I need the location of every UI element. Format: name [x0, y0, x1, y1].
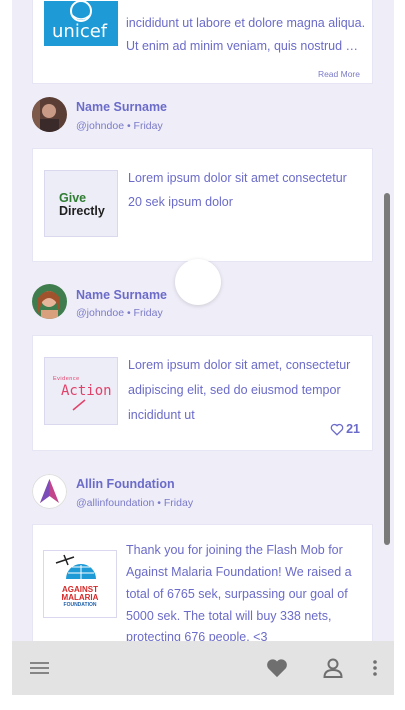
like-button[interactable]: 21 [330, 422, 360, 436]
avatar[interactable] [32, 97, 67, 132]
floating-action-button[interactable] [175, 259, 221, 305]
heart-outline-icon [330, 423, 344, 436]
user-icon [323, 658, 343, 678]
avatar[interactable] [32, 474, 67, 509]
favorites-button[interactable] [265, 641, 289, 695]
avatar[interactable] [32, 284, 67, 319]
post-text-line: incididunt ut labore et dolore magna ali… [126, 16, 366, 30]
post-meta: @allinfoundation • Friday [76, 497, 194, 509]
post-text-line: Thank you for joining the Flash Mob for [126, 543, 343, 557]
against-malaria-logo: AGAINST MALARIA FOUNDATION [43, 550, 117, 618]
post-text-line: Against Malaria Foundation! We raised a [126, 565, 352, 579]
evidence-action-logo: Evidence Action [44, 357, 118, 425]
app-screen: unicef incididunt ut labore et dolore ma… [12, 0, 394, 695]
post-meta: @johndoe • Friday [76, 120, 163, 132]
post-author-name[interactable]: Allin Foundation [76, 477, 175, 491]
menu-icon [29, 662, 49, 674]
post-author-name[interactable]: Name Surname [76, 100, 167, 114]
post-card-unicef[interactable]: unicef incididunt ut labore et dolore ma… [32, 0, 373, 84]
post-text-line: Ut enim ad minim veniam, quis nostrud … [126, 39, 359, 53]
menu-button[interactable] [28, 641, 50, 695]
bottom-navigation-bar [12, 641, 394, 695]
post-text-line: adipiscing elit, sed do eiusmod tempor [128, 383, 341, 397]
givedirectly-logo-line2: Directly [59, 204, 105, 218]
more-vertical-icon [373, 660, 377, 676]
post-text-line: Lorem ipsum dolor sit amet, consectetur [128, 358, 351, 372]
post-card-evidence-action[interactable]: Evidence Action Lorem ipsum dolor sit am… [32, 335, 373, 451]
post-text-line: total of 6765 sek, surpassing our goal o… [126, 587, 348, 601]
post-author-name[interactable]: Name Surname [76, 288, 167, 302]
scrollbar-thumb[interactable] [384, 193, 390, 545]
avatar-photo [32, 284, 67, 319]
givedirectly-logo-line1: Give [59, 191, 87, 205]
unicef-logo-text: unicef [52, 21, 108, 42]
heart-icon [267, 659, 287, 678]
post-text-line: incididunt ut [128, 408, 195, 422]
against-malaria-logo-line3: FOUNDATION [63, 602, 97, 608]
post-text-line: 5000 sek. The total will buy 338 nets, [126, 609, 332, 623]
post-meta: @johndoe • Friday [76, 307, 163, 319]
avatar-photo [32, 97, 67, 132]
evidence-action-stroke-icon [72, 399, 86, 411]
givedirectly-logo: Give Directly [44, 170, 118, 237]
read-more-link[interactable]: Read More [318, 69, 360, 79]
post-card-givedirectly[interactable]: Give Directly Lorem ipsum dolor sit amet… [32, 148, 373, 262]
profile-button[interactable] [321, 641, 345, 695]
post-card-against-malaria[interactable]: AGAINST MALARIA FOUNDATION Thank you for… [32, 524, 373, 654]
unicef-logo: unicef [44, 1, 118, 46]
like-count: 21 [346, 422, 360, 436]
against-malaria-logo-line2: MALARIA [61, 593, 99, 602]
more-options-button[interactable] [368, 641, 382, 695]
allin-foundation-logo-icon [32, 474, 67, 509]
post-text-line: Lorem ipsum dolor sit amet consectetur [128, 171, 347, 185]
post-text-line: 20 sek ipsum dolor [128, 195, 233, 209]
